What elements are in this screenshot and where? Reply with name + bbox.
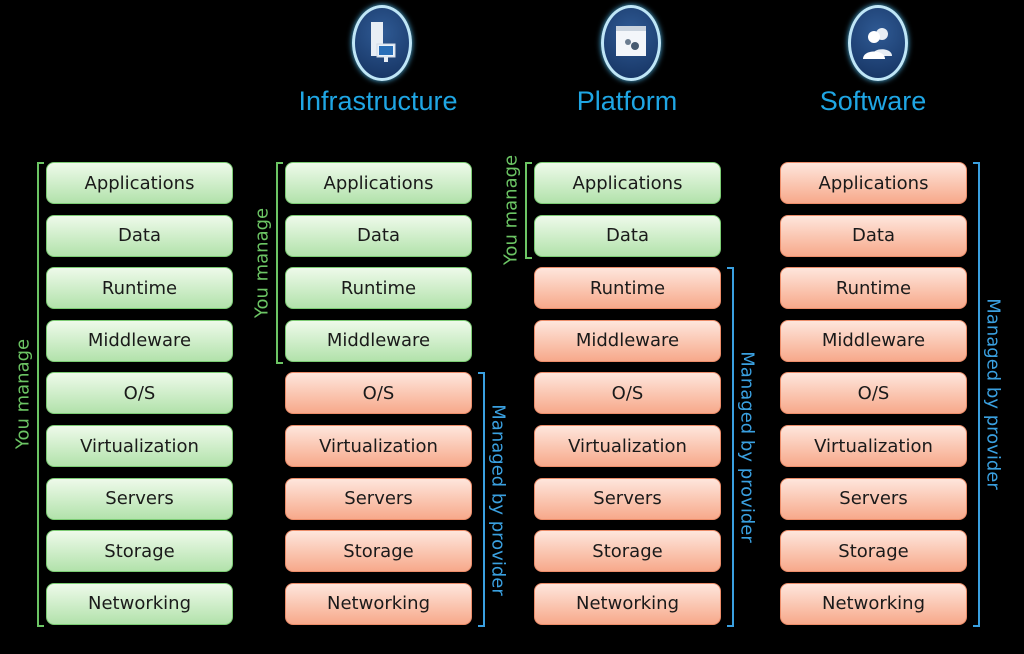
layer-box: Applications bbox=[46, 162, 233, 204]
server-monitor-icon bbox=[352, 5, 412, 81]
layer-box: Networking bbox=[534, 582, 721, 625]
layer-box: Data bbox=[780, 214, 967, 257]
layer-box: Servers bbox=[534, 477, 721, 520]
you-manage-bracket bbox=[37, 162, 44, 627]
you-manage-label: You manage bbox=[12, 339, 34, 450]
layer-box: Runtime bbox=[534, 267, 721, 310]
app-window-gears-icon bbox=[601, 5, 661, 81]
layer-box: Servers bbox=[46, 477, 233, 520]
layer-box: Middleware bbox=[780, 319, 967, 362]
layer-box: Data bbox=[285, 214, 472, 257]
layer-box: Virtualization bbox=[534, 425, 721, 467]
layer-box: Middleware bbox=[46, 319, 233, 362]
layer-box: Runtime bbox=[46, 267, 233, 310]
column-title: Platform bbox=[576, 86, 678, 116]
layer-box: Networking bbox=[46, 582, 233, 625]
layer-box: Storage bbox=[534, 530, 721, 573]
layer-box: O/S bbox=[285, 372, 472, 415]
layer-box: O/S bbox=[780, 372, 967, 415]
column-title: Software bbox=[819, 86, 927, 116]
layer-box: Data bbox=[46, 214, 233, 257]
you-manage-label: You manage bbox=[251, 207, 273, 319]
layer-box: Servers bbox=[285, 477, 472, 520]
column-title: Infrastructure bbox=[298, 86, 458, 116]
managed-by-provider-label: Managed by provider bbox=[487, 403, 509, 596]
layer-box: Virtualization bbox=[285, 425, 472, 467]
layer-box: Networking bbox=[285, 582, 472, 625]
you-manage-label: You manage bbox=[500, 155, 522, 266]
you-manage-bracket bbox=[525, 162, 532, 259]
managed-by-provider-label: Managed by provider bbox=[736, 351, 758, 543]
layer-box: Data bbox=[534, 214, 721, 257]
you-manage-bracket bbox=[276, 162, 283, 364]
managed-by-provider-label: Managed by provider bbox=[982, 298, 1004, 491]
provider-bracket bbox=[727, 267, 734, 627]
layer-box: Storage bbox=[285, 530, 472, 573]
layer-box: Servers bbox=[780, 477, 967, 520]
layer-box: O/S bbox=[534, 372, 721, 415]
layer-box: O/S bbox=[46, 372, 233, 415]
layer-box: Applications bbox=[534, 162, 721, 204]
layer-box: Runtime bbox=[285, 267, 472, 310]
layer-box: Storage bbox=[46, 530, 233, 573]
layer-box: Storage bbox=[780, 530, 967, 573]
users-icon bbox=[848, 5, 908, 81]
layer-box: Networking bbox=[780, 582, 967, 625]
layer-box: Applications bbox=[780, 162, 967, 204]
provider-bracket bbox=[478, 372, 485, 627]
provider-bracket bbox=[973, 162, 980, 627]
layer-box: Applications bbox=[285, 162, 472, 204]
layer-box: Middleware bbox=[285, 319, 472, 362]
layer-box: Virtualization bbox=[780, 425, 967, 467]
layer-box: Runtime bbox=[780, 267, 967, 310]
layer-box: Virtualization bbox=[46, 425, 233, 467]
layer-box: Middleware bbox=[534, 319, 721, 362]
